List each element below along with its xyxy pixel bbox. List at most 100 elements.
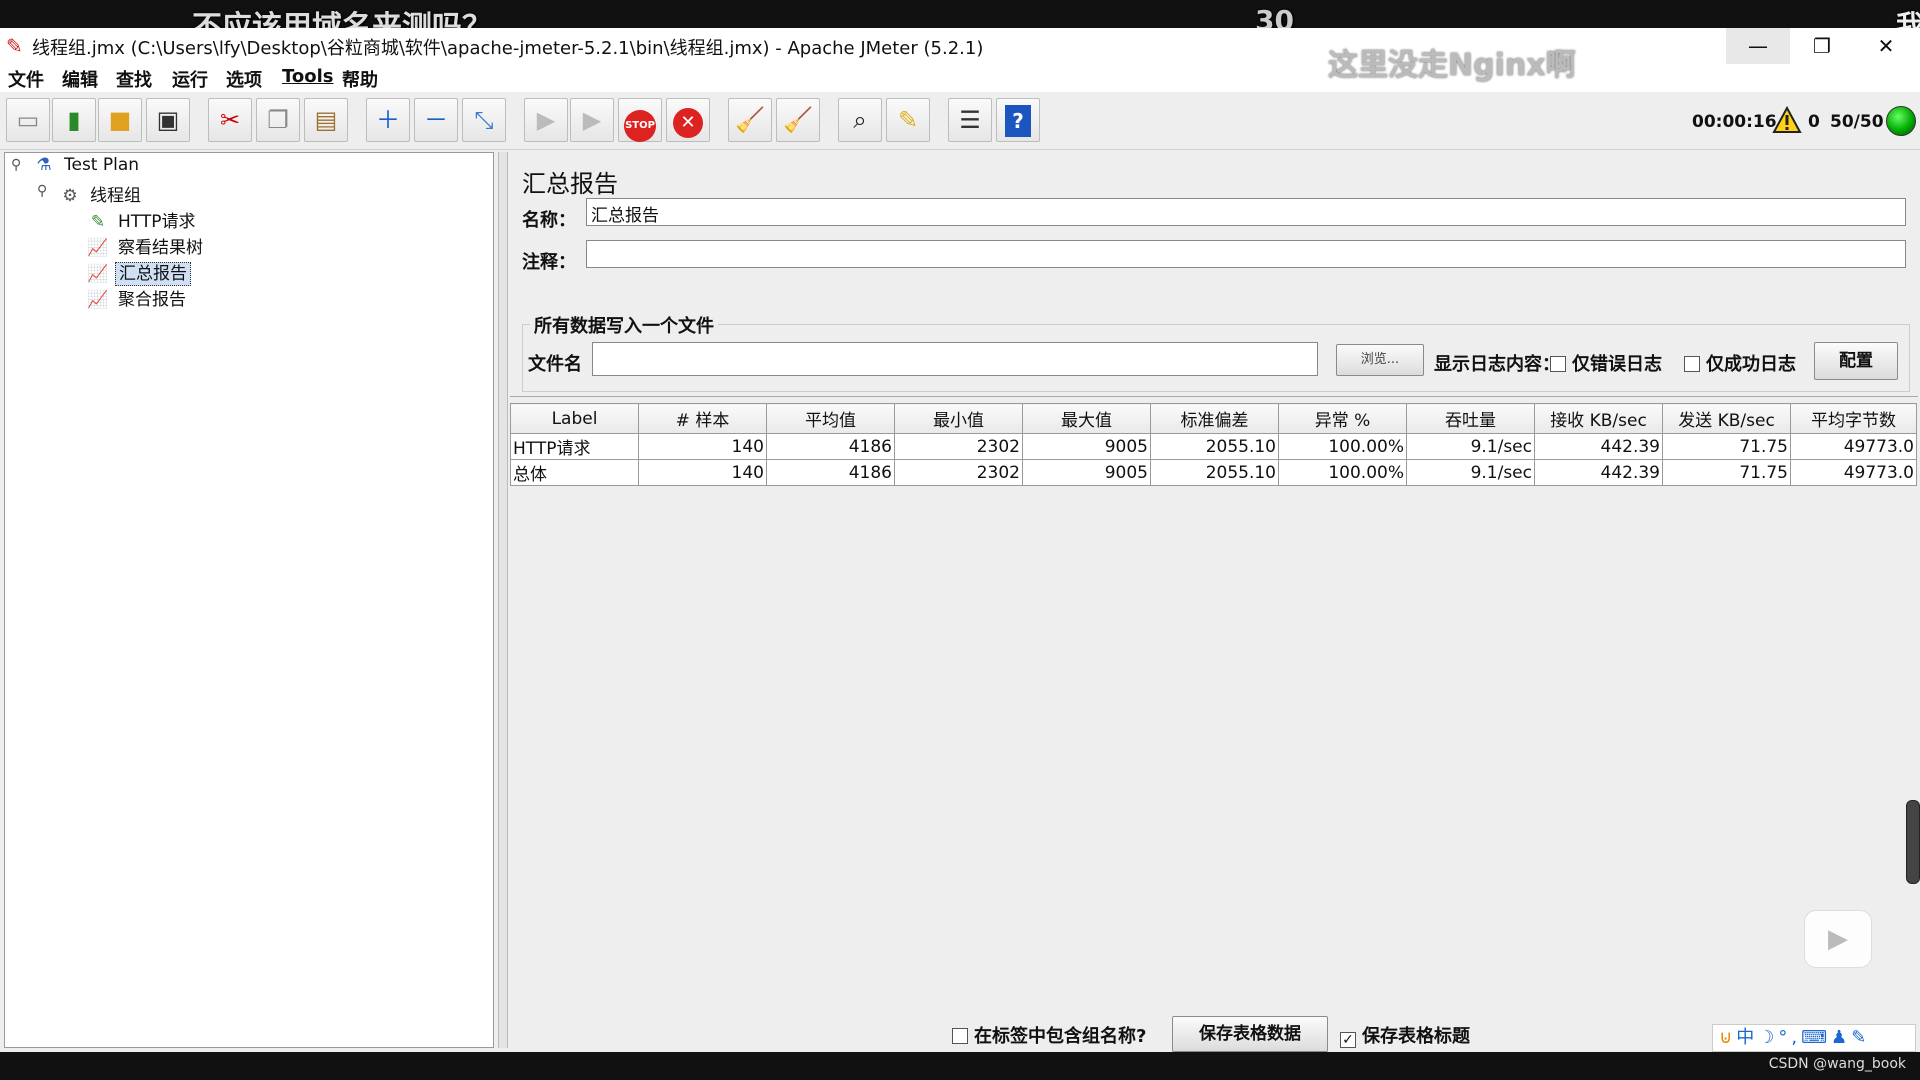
checkbox-box[interactable] <box>952 1028 968 1044</box>
ime-logo-icon: ⊍ <box>1719 1027 1737 1048</box>
table-cell: 4186 <box>766 433 895 460</box>
tree-item-test-plan[interactable]: ⚗ Test Plan <box>33 155 142 181</box>
minimize-button[interactable]: — <box>1726 28 1790 64</box>
clear-all-button[interactable]: 🧹 <box>776 98 820 142</box>
save-table-data-button[interactable]: 保存表格数据 <box>1172 1016 1328 1052</box>
reset-search-broom-icon: ✎ <box>897 106 919 134</box>
reset-search-button[interactable]: ✎ <box>886 98 930 142</box>
stop-sign-icon: STOP <box>624 110 656 142</box>
column-header[interactable]: 标准偏差 <box>1150 403 1279 434</box>
video-play-icon[interactable]: ▶ <box>1804 910 1872 968</box>
open-button[interactable]: ■ <box>98 98 142 142</box>
column-header[interactable]: 接收 KB/sec <box>1534 403 1663 434</box>
menu-options[interactable]: 选项 <box>226 66 262 92</box>
column-header[interactable]: 发送 KB/sec <box>1662 403 1791 434</box>
close-button[interactable]: ✕ <box>1854 28 1918 64</box>
comment-field[interactable] <box>586 240 1906 268</box>
menu-tools[interactable]: Tools <box>282 66 334 87</box>
table-cell: 442.39 <box>1534 433 1663 460</box>
table-row[interactable]: 总体 140 4186 2302 9005 2055.10 100.00% 9.… <box>510 459 1917 486</box>
help-button[interactable]: ? <box>996 98 1040 142</box>
checkbox-box[interactable] <box>1684 356 1700 372</box>
summary-report-panel: 汇总报告 名称： 汇总报告 注释： 所有数据写入一个文件 文件名 浏览... 显… <box>510 152 1918 1052</box>
copy-button[interactable]: ❐ <box>256 98 300 142</box>
function-helper-button[interactable]: ☰ <box>948 98 992 142</box>
menu-help[interactable]: 帮助 <box>342 66 378 92</box>
punctuation-icon: °, <box>1778 1027 1802 1048</box>
tree-toggle-icon[interactable]: ⚲ <box>37 183 47 199</box>
filename-input[interactable] <box>592 342 1318 376</box>
table-cell: 71.75 <box>1662 459 1791 486</box>
ime-chinese-mode[interactable]: 中 <box>1736 1027 1758 1048</box>
cut-button[interactable]: ✂ <box>208 98 252 142</box>
name-label: 名称： <box>522 210 576 231</box>
column-header[interactable]: 最小值 <box>894 403 1023 434</box>
save-button[interactable]: ▣ <box>146 98 190 142</box>
user-icon: ♟ <box>1831 1027 1852 1048</box>
checkbox-box[interactable] <box>1550 356 1566 372</box>
filename-label: 文件名 <box>528 354 582 375</box>
column-header[interactable]: 异常 % <box>1278 403 1407 434</box>
paste-button[interactable]: ▤ <box>304 98 348 142</box>
jmeter-feather-icon: ✎ <box>6 34 23 58</box>
tree-toggle-icon[interactable]: ⚲ <box>11 157 21 173</box>
tree-item-http-request[interactable]: ✎ HTTP请求 <box>87 207 199 233</box>
floppy-save-icon: ▣ <box>156 106 180 134</box>
tree-item-thread-group[interactable]: ⚙ 线程组 <box>59 181 144 207</box>
jmeter-window: ✎ 线程组.jmx (C:\Users\lfy\Desktop\谷粒商城\软件\… <box>0 28 1920 1052</box>
shutdown-button[interactable]: ✕ <box>666 98 710 142</box>
table-options-bar: 在标签中包含组名称? 保存表格数据 ✓ 保存表格标题 <box>510 1016 1918 1052</box>
video-volume-handle[interactable] <box>1906 800 1920 884</box>
column-header[interactable]: # 样本 <box>638 403 767 434</box>
column-header[interactable]: 平均字节数 <box>1790 403 1917 434</box>
error-count: 0 <box>1808 112 1820 132</box>
maximize-button[interactable]: ❐ <box>1790 28 1854 64</box>
gear-icon: ⚙ <box>62 186 78 206</box>
templates-button[interactable]: ▮ <box>52 98 96 142</box>
broom-clear-all-icon: 🧹 <box>783 106 813 134</box>
menu-edit[interactable]: 编辑 <box>62 66 98 92</box>
tree-item-view-results-tree[interactable]: 📈 察看结果树 <box>87 233 206 259</box>
new-plan-button[interactable]: ▭ <box>6 98 50 142</box>
browse-button[interactable]: 浏览... <box>1336 344 1424 376</box>
search-button[interactable]: ⌕ <box>838 98 882 142</box>
ime-tray[interactable]: ⊍中☽°,⌨♟✎ <box>1712 1024 1916 1052</box>
clipboard-paste-icon: ▤ <box>314 106 338 134</box>
broom-clear-icon: 🧹 <box>735 106 765 134</box>
column-header[interactable]: 最大值 <box>1022 403 1151 434</box>
expand-all-button[interactable]: ＋ <box>366 98 410 142</box>
table-cell: 2302 <box>894 459 1023 486</box>
column-header[interactable]: Label <box>510 403 639 434</box>
menu-search[interactable]: 查找 <box>116 66 152 92</box>
start-button[interactable]: ▶ <box>524 98 568 142</box>
stop-button[interactable]: STOP <box>618 98 662 142</box>
moon-icon: ☽ <box>1758 1027 1779 1048</box>
success-only-checkbox[interactable]: 仅成功日志 <box>1684 350 1796 376</box>
configure-button[interactable]: 配置 <box>1814 342 1898 380</box>
menu-run[interactable]: 运行 <box>172 66 208 92</box>
pipette-sampler-icon: ✎ <box>90 212 106 232</box>
start-no-pauses-button[interactable]: ▶ <box>570 98 614 142</box>
shutdown-x-icon: ✕ <box>673 108 703 138</box>
table-row[interactable]: HTTP请求 140 4186 2302 9005 2055.10 100.00… <box>510 433 1917 460</box>
tree-item-aggregate-report[interactable]: 📈 聚合报告 <box>87 285 189 311</box>
table-cell: 总体 <box>510 459 639 486</box>
column-header[interactable]: 吞吐量 <box>1406 403 1535 434</box>
table-cell: 9.1/sec <box>1406 459 1535 486</box>
save-table-header-checkbox[interactable]: ✓ 保存表格标题 <box>1340 1022 1470 1048</box>
video-bottom-strip <box>0 1052 1920 1080</box>
wrench-icon: ✎ <box>1851 1027 1871 1048</box>
errors-only-checkbox[interactable]: 仅错误日志 <box>1550 350 1662 376</box>
toggle-button[interactable]: ⤡ <box>462 98 506 142</box>
column-header[interactable]: 平均值 <box>766 403 895 434</box>
tree-item-summary-report[interactable]: 📈 汇总报告 <box>87 259 191 286</box>
include-group-name-checkbox[interactable]: 在标签中包含组名称? <box>952 1022 1146 1048</box>
split-pane-divider[interactable] <box>498 152 508 1048</box>
table-cell: 442.39 <box>1534 459 1663 486</box>
checkmark-icon[interactable]: ✓ <box>1340 1032 1356 1048</box>
clear-button[interactable]: 🧹 <box>728 98 772 142</box>
menu-file[interactable]: 文件 <box>8 66 44 92</box>
collapse-all-button[interactable]: － <box>414 98 458 142</box>
name-field[interactable]: 汇总报告 <box>586 198 1906 226</box>
warning-icon[interactable] <box>1772 106 1802 134</box>
